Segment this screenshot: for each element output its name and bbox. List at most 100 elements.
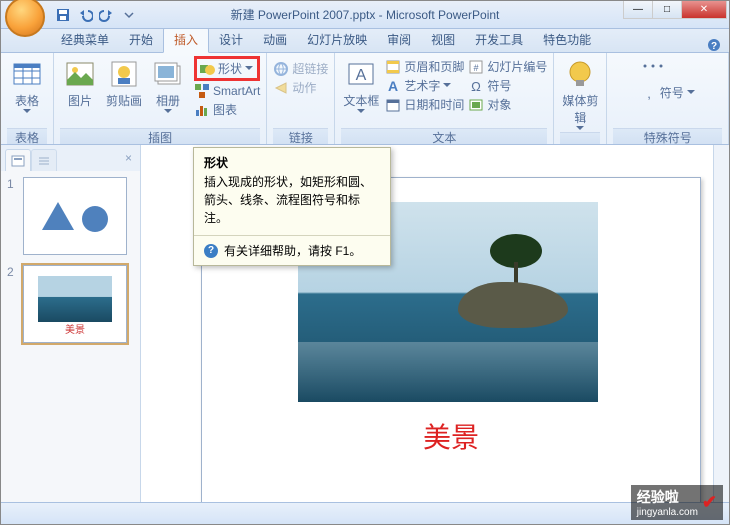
thumbnails-tab[interactable] <box>5 149 31 171</box>
thumbnail-1[interactable]: 1 <box>7 177 134 255</box>
shapes-tooltip: 形状 插入现成的形状，如矩形和圆、箭头、线条、流程图符号和标注。 ? 有关详细帮… <box>193 147 391 266</box>
save-icon[interactable] <box>55 7 71 23</box>
tab-home[interactable]: 开始 <box>119 27 163 52</box>
tab-review[interactable]: 审阅 <box>377 27 421 52</box>
special-symbol-button[interactable]: , 符号 <box>641 84 695 101</box>
tab-insert[interactable]: 插入 <box>163 26 209 53</box>
tab-animation[interactable]: 动画 <box>253 27 297 52</box>
mediaclip-icon <box>564 58 596 90</box>
tab-slideshow[interactable]: 幻灯片放映 <box>297 27 377 52</box>
svg-text:A: A <box>388 78 398 94</box>
special-dots[interactable] <box>641 60 695 76</box>
group-special-label: 特殊符号 <box>613 128 722 144</box>
tab-devtools[interactable]: 开发工具 <box>465 27 533 52</box>
datetime-icon <box>385 97 401 113</box>
tooltip-footer: ? 有关详细帮助，请按 F1。 <box>194 235 390 265</box>
thumbnail-2[interactable]: 2 美景 <box>7 265 134 343</box>
symbol-label: 符号 <box>487 77 511 94</box>
slidenum-button[interactable]: # 幻灯片编号 <box>468 58 547 75</box>
chart-icon <box>194 102 210 118</box>
quick-access-toolbar <box>55 7 137 23</box>
object-icon <box>468 97 484 113</box>
smartart-label: SmartArt <box>213 84 260 98</box>
tab-classic[interactable]: 经典菜单 <box>51 27 119 52</box>
tab-design[interactable]: 设计 <box>209 27 253 52</box>
picture-icon <box>64 58 96 90</box>
datetime-button[interactable]: 日期和时间 <box>385 96 464 113</box>
watermark-url: jingyanla.com <box>637 507 698 518</box>
headerfooter-label: 页眉和页脚 <box>404 58 464 75</box>
outline-tab[interactable] <box>31 149 57 171</box>
mediaclip-label: 媒体剪辑 <box>560 92 600 126</box>
textbox-icon: A <box>345 58 377 90</box>
clipart-label: 剪贴画 <box>106 92 142 109</box>
slide-panel: × 1 2 美景 <box>1 145 141 504</box>
symbol-button[interactable]: Ω 符号 <box>468 77 547 94</box>
slidenum-icon: # <box>468 59 484 75</box>
dots-icon <box>641 60 657 76</box>
svg-text:#: # <box>474 63 479 73</box>
table-icon <box>11 58 43 90</box>
smartart-button[interactable]: SmartArt <box>194 83 260 99</box>
headerfooter-icon <box>385 59 401 75</box>
thumbnail-2-number: 2 <box>7 265 19 279</box>
svg-text:?: ? <box>711 41 717 52</box>
watermark: 经验啦 jingyanla.com ✔ <box>631 485 723 520</box>
action-icon <box>273 80 289 96</box>
tab-view[interactable]: 视图 <box>421 27 465 52</box>
ribbon-help-icon[interactable]: ? <box>707 38 721 52</box>
qat-more-icon[interactable] <box>121 7 137 23</box>
wordart-button[interactable]: A 艺术字 <box>385 77 464 94</box>
shapes-icon <box>199 61 215 77</box>
tooltip-help-text: 有关详细帮助，请按 F1。 <box>224 242 361 259</box>
tab-features[interactable]: 特色功能 <box>533 27 601 52</box>
maximize-button[interactable]: □ <box>652 1 682 19</box>
datetime-label: 日期和时间 <box>404 96 464 113</box>
tooltip-title: 形状 <box>194 148 390 173</box>
clipart-button[interactable]: 剪贴画 <box>104 56 144 109</box>
slide-panel-tabs: × <box>1 145 140 171</box>
album-button[interactable]: 相册 <box>148 56 188 115</box>
slide-caption[interactable]: 美景 <box>202 416 700 456</box>
textbox-button[interactable]: A 文本框 <box>341 56 381 115</box>
office-button[interactable] <box>5 0 45 37</box>
group-text-label: 文本 <box>341 128 547 144</box>
status-bar <box>1 502 729 524</box>
mediaclip-button[interactable]: 媒体剪辑 <box>560 56 600 132</box>
redo-icon[interactable] <box>99 7 115 23</box>
minimize-button[interactable]: — <box>623 1 653 19</box>
hyperlink-label: 超链接 <box>292 60 328 77</box>
headerfooter-button[interactable]: 页眉和页脚 <box>385 58 464 75</box>
smartart-icon <box>194 83 210 99</box>
tooltip-body: 插入现成的形状，如矩形和圆、箭头、线条、流程图符号和标注。 <box>194 173 390 235</box>
vertical-scrollbar[interactable] <box>713 145 729 504</box>
chart-button[interactable]: 图表 <box>194 101 260 118</box>
undo-icon[interactable] <box>77 7 93 23</box>
help-icon: ? <box>204 244 218 258</box>
triangle-icon <box>42 202 74 230</box>
wordart-label: 艺术字 <box>404 77 440 94</box>
panel-close-icon[interactable]: × <box>121 149 136 171</box>
special-symbol-icon: , <box>641 85 657 101</box>
slidenum-label: 幻灯片编号 <box>487 58 547 75</box>
object-button[interactable]: 对象 <box>468 96 547 113</box>
wordart-icon: A <box>385 78 401 94</box>
ribbon: 表格 表格 图片 剪贴画 相册 形状 <box>1 53 729 145</box>
water-reflection <box>298 342 598 402</box>
thumbnail-2-preview: 美景 <box>23 265 127 343</box>
table-button[interactable]: 表格 <box>7 56 47 115</box>
object-label: 对象 <box>487 96 511 113</box>
thumbnail-1-number: 1 <box>7 177 19 191</box>
group-links: 超链接 动作 链接 <box>267 53 335 144</box>
action-button[interactable]: 动作 <box>273 79 328 96</box>
group-media-label <box>560 132 600 144</box>
symbol-icon: Ω <box>468 78 484 94</box>
thumbnail-1-preview <box>23 177 127 255</box>
ribbon-tabs: 经典菜单 开始 插入 设计 动画 幻灯片放映 审阅 视图 开发工具 特色功能 ? <box>1 29 729 53</box>
picture-button[interactable]: 图片 <box>60 56 100 109</box>
circle-icon <box>82 206 108 232</box>
hyperlink-button[interactable]: 超链接 <box>273 60 328 77</box>
close-button[interactable]: ✕ <box>681 1 727 19</box>
island-shape <box>458 282 568 328</box>
shapes-button[interactable]: 形状 <box>194 56 260 81</box>
